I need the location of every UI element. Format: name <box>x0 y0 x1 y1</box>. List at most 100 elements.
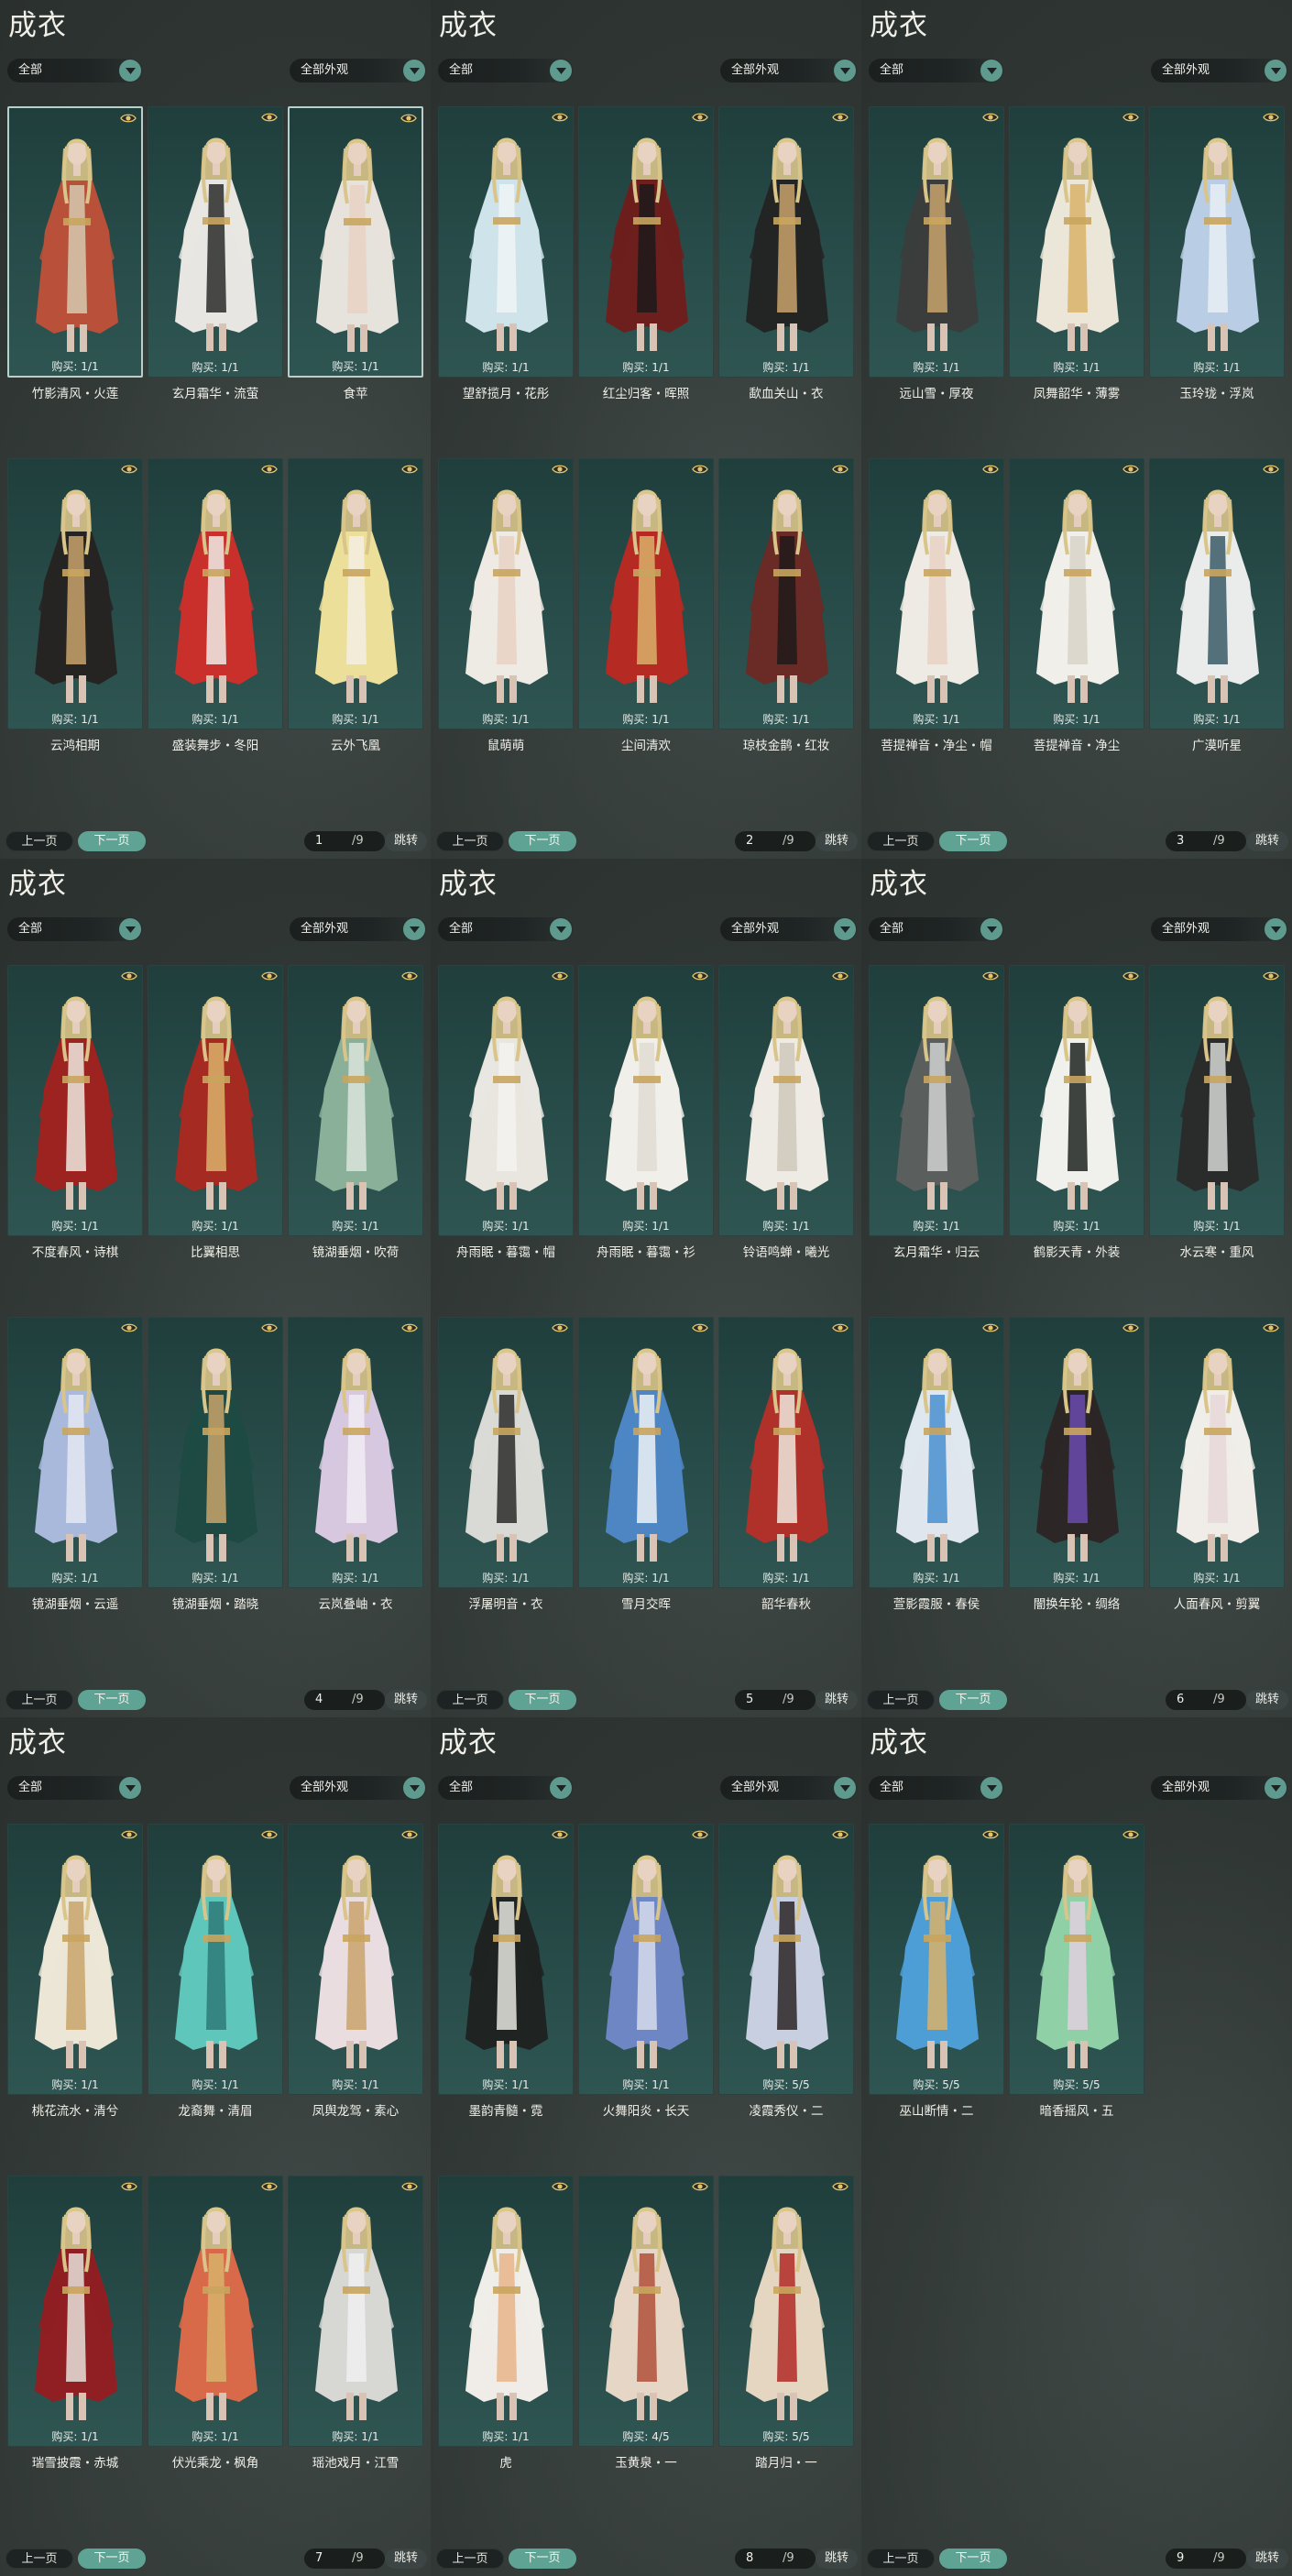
costume-card[interactable]: 购买: 4/5 <box>578 2176 714 2447</box>
eye-icon[interactable] <box>832 1829 849 1840</box>
appearance-filter-dropdown[interactable]: 全部外观 <box>290 1776 427 1800</box>
costume-card[interactable]: 购买: 1/1 <box>578 1317 714 1588</box>
costume-card[interactable]: 购买: 1/1 <box>438 965 574 1236</box>
costume-card[interactable]: 购买: 1/1 <box>1149 1317 1285 1588</box>
eye-icon[interactable] <box>121 2181 137 2192</box>
costume-card[interactable]: 购买: 1/1 <box>1009 458 1144 729</box>
chevron-down-icon[interactable] <box>119 1777 141 1799</box>
jump-button[interactable]: 跳转 <box>385 1690 427 1710</box>
costume-card[interactable]: 购买: 1/1 <box>288 458 423 729</box>
next-page-button[interactable]: 下一页 <box>78 1690 146 1710</box>
chevron-down-icon[interactable] <box>834 918 856 940</box>
eye-icon[interactable] <box>692 1322 708 1333</box>
eye-icon[interactable] <box>832 464 849 475</box>
appearance-filter-dropdown[interactable]: 全部外观 <box>1151 917 1288 941</box>
eye-icon[interactable] <box>1122 1829 1139 1840</box>
costume-card[interactable]: 购买: 1/1 <box>7 2176 143 2447</box>
prev-page-button[interactable]: 上一页 <box>5 2549 73 2569</box>
costume-card[interactable]: 购买: 1/1 <box>148 1317 283 1588</box>
next-page-button[interactable]: 下一页 <box>78 2549 146 2569</box>
eye-icon[interactable] <box>552 2181 568 2192</box>
costume-card[interactable]: 购买: 1/1 <box>718 106 854 378</box>
page-number-input[interactable]: 3/9 <box>1166 831 1246 851</box>
eye-icon[interactable] <box>121 464 137 475</box>
eye-icon[interactable] <box>120 113 137 124</box>
eye-icon[interactable] <box>400 113 417 124</box>
eye-icon[interactable] <box>552 1322 568 1333</box>
costume-card[interactable]: 购买: 1/1 <box>7 1824 143 2095</box>
chevron-down-icon[interactable] <box>834 60 856 82</box>
costume-card[interactable]: 购买: 1/1 <box>1009 106 1144 378</box>
appearance-filter-dropdown[interactable]: 全部外观 <box>1151 1776 1288 1800</box>
prev-page-button[interactable]: 上一页 <box>867 2549 935 2569</box>
page-number-input[interactable]: 7/9 <box>304 2549 385 2569</box>
appearance-filter-dropdown[interactable]: 全部外观 <box>720 1776 858 1800</box>
costume-card[interactable]: 购买: 1/1 <box>148 106 283 378</box>
chevron-down-icon[interactable] <box>980 918 1002 940</box>
costume-card[interactable]: 购买: 1/1 <box>578 965 714 1236</box>
costume-card[interactable]: 购买: 1/1 <box>869 965 1004 1236</box>
eye-icon[interactable] <box>692 112 708 123</box>
eye-icon[interactable] <box>552 970 568 981</box>
costume-card[interactable]: 购买: 1/1 <box>438 106 574 378</box>
eye-icon[interactable] <box>1122 464 1139 475</box>
chevron-down-icon[interactable] <box>834 1777 856 1799</box>
chevron-down-icon[interactable] <box>1265 60 1287 82</box>
chevron-down-icon[interactable] <box>1265 1777 1287 1799</box>
category-filter-dropdown[interactable]: 全部 <box>438 1776 574 1800</box>
page-number-input[interactable]: 5/9 <box>735 1690 816 1710</box>
appearance-filter-dropdown[interactable]: 全部外观 <box>290 59 427 82</box>
category-filter-dropdown[interactable]: 全部 <box>438 59 574 82</box>
next-page-button[interactable]: 下一页 <box>509 1690 576 1710</box>
jump-button[interactable]: 跳转 <box>1246 1690 1288 1710</box>
eye-icon[interactable] <box>261 970 278 981</box>
costume-card[interactable]: 购买: 5/5 <box>869 1824 1004 2095</box>
jump-button[interactable]: 跳转 <box>816 1690 858 1710</box>
costume-card[interactable]: 购买: 5/5 <box>718 2176 854 2447</box>
eye-icon[interactable] <box>692 464 708 475</box>
costume-card[interactable]: 购买: 1/1 <box>438 1317 574 1588</box>
jump-button[interactable]: 跳转 <box>1246 2549 1288 2569</box>
costume-card[interactable]: 购买: 1/1 <box>1009 965 1144 1236</box>
eye-icon[interactable] <box>982 464 999 475</box>
eye-icon[interactable] <box>692 1829 708 1840</box>
costume-card[interactable]: 购买: 1/1 <box>869 106 1004 378</box>
costume-card[interactable]: 购买: 1/1 <box>1149 458 1285 729</box>
costume-card[interactable]: 购买: 1/1 <box>288 965 423 1236</box>
costume-card[interactable]: 购买: 1/1 <box>288 1317 423 1588</box>
eye-icon[interactable] <box>552 1829 568 1840</box>
costume-card[interactable]: 购买: 1/1 <box>148 965 283 1236</box>
eye-icon[interactable] <box>121 1322 137 1333</box>
eye-icon[interactable] <box>552 112 568 123</box>
prev-page-button[interactable]: 上一页 <box>5 831 73 851</box>
page-number-input[interactable]: 1/9 <box>304 831 385 851</box>
costume-card[interactable]: 购买: 1/1 <box>7 965 143 1236</box>
jump-button[interactable]: 跳转 <box>385 2549 427 2569</box>
jump-button[interactable]: 跳转 <box>1246 831 1288 851</box>
chevron-down-icon[interactable] <box>403 1777 425 1799</box>
costume-card[interactable]: 购买: 1/1 <box>718 458 854 729</box>
eye-icon[interactable] <box>692 970 708 981</box>
jump-button[interactable]: 跳转 <box>816 2549 858 2569</box>
costume-card[interactable]: 购买: 1/1 <box>288 106 423 378</box>
page-number-input[interactable]: 4/9 <box>304 1690 385 1710</box>
costume-card[interactable]: 购买: 1/1 <box>718 965 854 1236</box>
costume-card[interactable]: 购买: 1/1 <box>718 1317 854 1588</box>
eye-icon[interactable] <box>401 1829 418 1840</box>
costume-card[interactable]: 购买: 1/1 <box>438 458 574 729</box>
costume-card[interactable]: 购买: 1/1 <box>7 106 143 378</box>
category-filter-dropdown[interactable]: 全部 <box>7 917 143 941</box>
eye-icon[interactable] <box>401 970 418 981</box>
eye-icon[interactable] <box>261 464 278 475</box>
chevron-down-icon[interactable] <box>980 1777 1002 1799</box>
category-filter-dropdown[interactable]: 全部 <box>869 59 1004 82</box>
eye-icon[interactable] <box>832 112 849 123</box>
prev-page-button[interactable]: 上一页 <box>436 2549 504 2569</box>
costume-card[interactable]: 购买: 1/1 <box>1149 106 1285 378</box>
page-number-input[interactable]: 6/9 <box>1166 1690 1246 1710</box>
page-number-input[interactable]: 9/9 <box>1166 2549 1246 2569</box>
costume-card[interactable]: 购买: 1/1 <box>148 1824 283 2095</box>
eye-icon[interactable] <box>1263 112 1279 123</box>
eye-icon[interactable] <box>1263 464 1279 475</box>
next-page-button[interactable]: 下一页 <box>78 831 146 851</box>
